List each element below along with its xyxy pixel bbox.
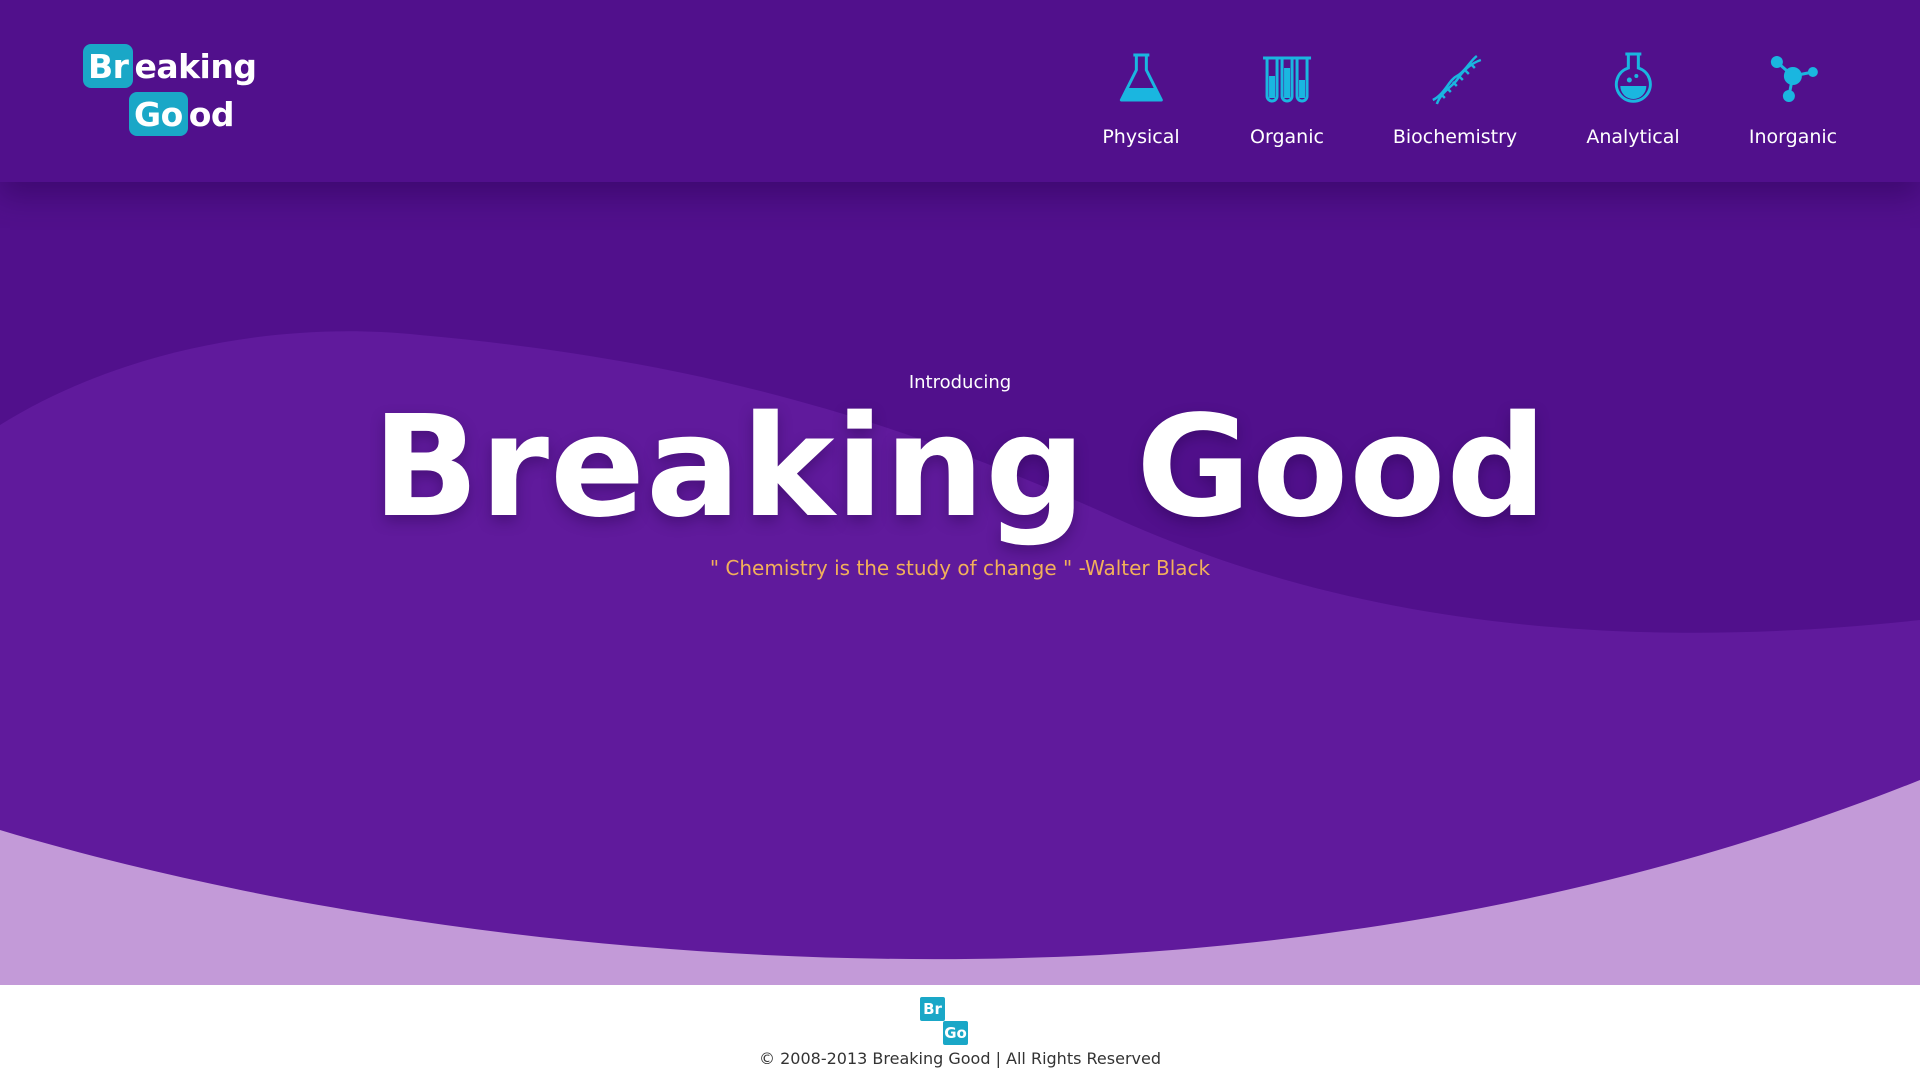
nav-item-analytical[interactable]: Analytical <box>1586 48 1680 148</box>
nav-label-analytical: Analytical <box>1586 126 1680 148</box>
hero-title: Breaking Good <box>372 386 1548 549</box>
nav-label-physical: Physical <box>1102 126 1180 148</box>
footer-logo[interactable]: Br Go <box>920 997 970 1047</box>
hero-quote: " Chemistry is the study of change " -Wa… <box>709 556 1211 580</box>
footer-logo-br: Br <box>920 997 945 1021</box>
nav-label-biochemistry: Biochemistry <box>1392 126 1518 148</box>
nav-label-inorganic: Inorganic <box>1748 126 1838 148</box>
nav-item-inorganic[interactable]: Inorganic <box>1749 48 1837 148</box>
test-tubes-icon <box>1257 48 1317 108</box>
nav-item-organic[interactable]: Organic <box>1250 48 1324 148</box>
nav-item-physical[interactable]: Physical <box>1102 48 1180 148</box>
site-header: Br eaking Go od Physical Organic Biochem… <box>0 0 1920 182</box>
nav-item-biochemistry[interactable]: Biochemistry <box>1393 48 1517 148</box>
logo-line-good: Go od <box>129 92 235 136</box>
round-flask-icon <box>1603 48 1663 108</box>
footer-logo-go: Go <box>943 1021 968 1045</box>
molecule-icon <box>1763 48 1823 108</box>
nav-label-organic: Organic <box>1250 126 1324 148</box>
logo-text-eaking: eaking <box>134 46 257 86</box>
site-footer: Br Go © 2008-2013 Breaking Good | All Ri… <box>0 985 1920 1080</box>
logo-element-br: Br <box>83 44 134 88</box>
dna-icon <box>1425 48 1485 108</box>
copyright-text: © 2008-2013 Breaking Good | All Rights R… <box>759 1049 1161 1068</box>
logo-line-breaking: Br eaking <box>83 44 257 88</box>
page: Introducing Breaking Good " Chemistry is… <box>0 0 1920 1080</box>
flask-icon <box>1111 48 1171 108</box>
site-logo[interactable]: Br eaking Go od <box>83 44 257 136</box>
logo-element-go: Go <box>129 92 188 136</box>
logo-text-od: od <box>188 94 235 134</box>
